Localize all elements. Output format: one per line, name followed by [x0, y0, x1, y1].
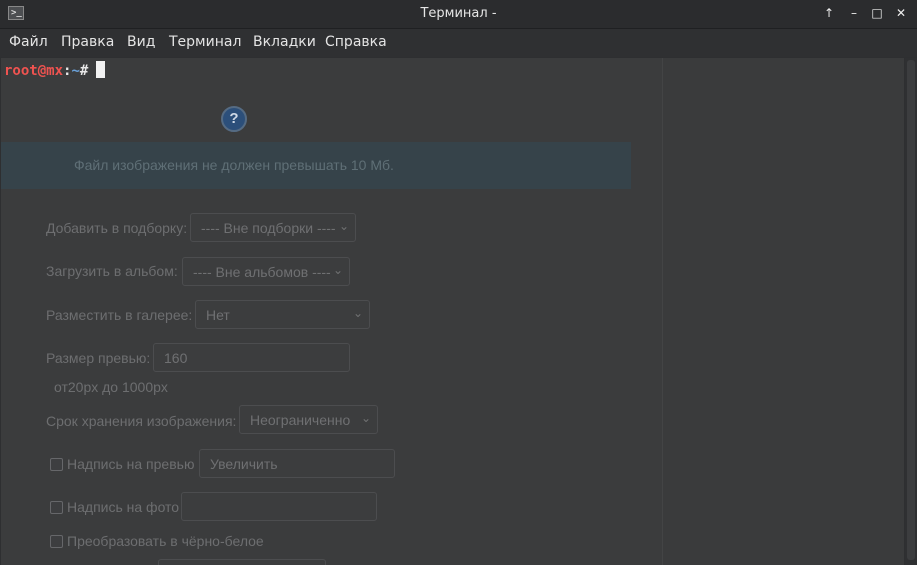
- place-in-gallery-select: Нет ⌄: [195, 300, 370, 329]
- partial-field: [158, 559, 326, 565]
- background-page-sidebar: [662, 58, 904, 565]
- chevron-down-icon: ⌄: [338, 219, 349, 233]
- chevron-down-icon: ⌄: [352, 306, 363, 320]
- prompt-symbol: #: [79, 63, 89, 79]
- preview-caption-checkbox: [50, 458, 63, 471]
- menu-tabs[interactable]: Вкладки: [253, 34, 316, 50]
- keep-above-button[interactable]: ↑: [822, 6, 836, 20]
- terminal-view[interactable]: ? Файл изображения не должен превышать 1…: [1, 58, 904, 565]
- maximize-button[interactable]: □: [870, 6, 884, 20]
- prompt-path: ~: [71, 63, 80, 79]
- place-in-gallery-label: Разместить в галерее:: [46, 307, 193, 323]
- window-title: Терминал -: [420, 6, 497, 21]
- grayscale-checkbox: [50, 535, 63, 548]
- file-size-notice: Файл изображения не должен превышать 10 …: [1, 142, 631, 189]
- window-titlebar: >_ Терминал - ↑ – □ ✕: [0, 0, 917, 29]
- add-to-collection-select: ---- Вне подборки ---- ⌄: [190, 213, 356, 242]
- close-button[interactable]: ✕: [894, 6, 908, 20]
- photo-caption-checkbox: [50, 501, 63, 514]
- chevron-down-icon: ⌄: [360, 411, 371, 425]
- retention-select: Неограниченно ⌄: [239, 405, 378, 434]
- preview-size-label: Размер превью:: [46, 350, 151, 366]
- menu-edit[interactable]: Правка: [61, 34, 114, 50]
- text-cursor: [96, 61, 106, 78]
- add-to-collection-label: Добавить в подборку:: [46, 220, 188, 236]
- shell-prompt: root@mx:~#: [4, 61, 106, 79]
- minimize-button[interactable]: –: [847, 6, 861, 20]
- photo-caption-label: Надпись на фото: [67, 499, 180, 515]
- preview-size-input: 160: [153, 343, 350, 372]
- terminal-scrollbar[interactable]: [905, 58, 917, 565]
- menu-file[interactable]: Файл: [9, 34, 48, 50]
- photo-caption-input: [181, 492, 377, 521]
- chevron-down-icon: ⌄: [332, 263, 343, 277]
- preview-caption-input: Увеличить: [199, 449, 395, 478]
- notice-text: Файл изображения не должен превышать 10 …: [74, 157, 394, 173]
- preview-size-hint: от20px до 1000px: [54, 379, 168, 395]
- upload-to-album-select: ---- Вне альбомов ---- ⌄: [182, 257, 350, 286]
- grayscale-label: Преобразовать в чёрно-белое: [67, 533, 264, 549]
- help-icon: ?: [221, 106, 247, 132]
- scrollbar-thumb[interactable]: [907, 60, 915, 560]
- prompt-user-host: root@mx: [4, 63, 64, 79]
- menu-help[interactable]: Справка: [325, 34, 387, 50]
- menu-terminal[interactable]: Терминал: [169, 34, 241, 50]
- retention-label: Срок хранения изображения:: [46, 413, 237, 429]
- upload-to-album-label: Загрузить в альбом:: [46, 263, 178, 279]
- menu-view[interactable]: Вид: [127, 34, 155, 50]
- preview-caption-label: Надпись на превью: [67, 456, 195, 472]
- menubar: Файл Правка Вид Терминал Вкладки Справка: [0, 29, 917, 57]
